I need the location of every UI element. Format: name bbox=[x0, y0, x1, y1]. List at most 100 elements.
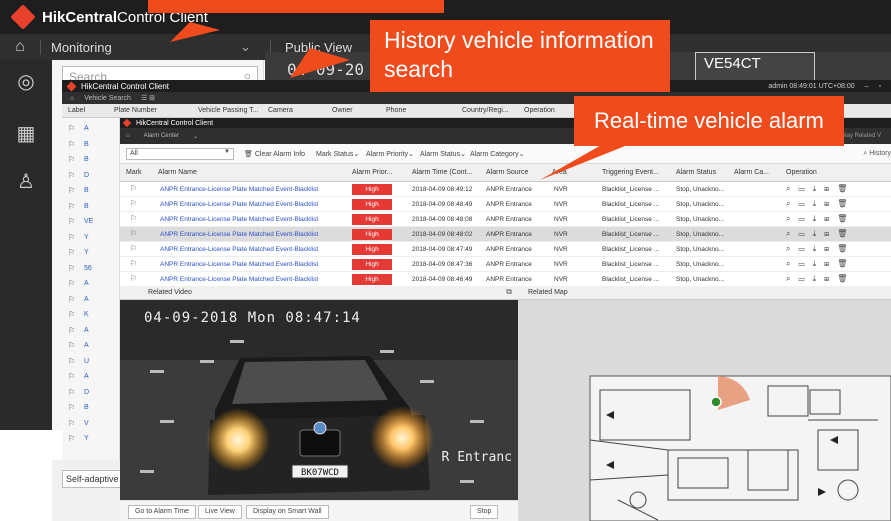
grid-icon[interactable]: ⊞ bbox=[824, 259, 837, 268]
maximize-icon[interactable]: ▫ bbox=[879, 83, 881, 90]
history-column-header[interactable]: Owner bbox=[332, 107, 353, 114]
stop-button[interactable]: Stop bbox=[470, 505, 499, 519]
flag-icon[interactable]: ⚐ bbox=[130, 199, 137, 208]
grid-icon[interactable]: ⊞ bbox=[824, 274, 837, 283]
grid-icon[interactable]: ⊞ bbox=[824, 229, 837, 238]
delete-icon[interactable]: 🗑 bbox=[837, 184, 855, 193]
filter-alarm-status[interactable]: Alarm Status⌄ bbox=[420, 150, 466, 158]
download-icon[interactable]: ⤓ bbox=[813, 214, 825, 223]
search-icon[interactable]: ⌕ bbox=[786, 184, 798, 193]
flag-icon[interactable]: ⚐ bbox=[68, 310, 75, 319]
popout-icon[interactable]: ⧉ bbox=[506, 287, 512, 297]
filter-alarm-priority[interactable]: Alarm Priority⌄ bbox=[366, 150, 414, 158]
flag-icon[interactable]: ⚐ bbox=[68, 295, 75, 304]
filter-alarm-category[interactable]: Alarm Category⌄ bbox=[470, 150, 525, 158]
table-row[interactable]: ⚐ B bbox=[62, 186, 120, 200]
video-icon[interactable]: ▭ bbox=[798, 259, 812, 268]
table-row[interactable]: ⚐ A bbox=[62, 326, 120, 340]
table-row[interactable]: ⚐ 56 bbox=[62, 264, 120, 278]
flag-icon[interactable]: ⚐ bbox=[130, 229, 137, 238]
alarm-column-header[interactable]: Alarm Ca... bbox=[734, 169, 769, 176]
search-icon[interactable]: ⌕ bbox=[786, 259, 798, 268]
download-icon[interactable]: ⤓ bbox=[813, 199, 825, 208]
alarm-module-label[interactable]: Alarm Center bbox=[144, 133, 179, 139]
alarm-column-header[interactable]: Operation bbox=[786, 169, 817, 176]
flag-icon[interactable]: ⚐ bbox=[68, 217, 75, 226]
history-column-header[interactable]: Country/Regi... bbox=[462, 107, 509, 114]
delete-icon[interactable]: 🗑 bbox=[837, 259, 855, 268]
flag-icon[interactable]: ⚐ bbox=[68, 388, 75, 397]
table-row[interactable]: ⚐ ANPR Entrance-License Plate Matched Eve… bbox=[120, 242, 891, 257]
table-row[interactable]: ⚐ B bbox=[62, 403, 120, 417]
history-column-header[interactable]: Operation bbox=[524, 107, 555, 114]
table-row[interactable]: ⚐ B bbox=[62, 155, 120, 169]
flag-icon[interactable]: ⚐ bbox=[130, 184, 137, 193]
history-column-header[interactable]: Plate Number bbox=[114, 107, 157, 114]
table-row[interactable]: ⚐ V bbox=[62, 419, 120, 433]
grid-layout-icon[interactable]: ▦ bbox=[14, 122, 38, 146]
table-row[interactable]: ⚐ A bbox=[62, 372, 120, 386]
search-icon[interactable]: ⌕ bbox=[786, 214, 798, 223]
alarm-column-header[interactable]: Alarm Prior... bbox=[352, 169, 392, 176]
history-column-header[interactable]: Camera bbox=[268, 107, 293, 114]
person-icon[interactable]: ♙ bbox=[14, 170, 38, 194]
flag-icon[interactable]: ⚐ bbox=[68, 326, 75, 335]
table-row[interactable]: ⚐ A bbox=[62, 279, 120, 293]
video-icon[interactable]: ▭ bbox=[798, 214, 812, 223]
grid-icon[interactable]: ⊞ bbox=[824, 184, 837, 193]
delete-icon[interactable]: 🗑 bbox=[837, 214, 855, 223]
alarm-column-header[interactable]: Alarm Name bbox=[158, 169, 197, 176]
grid-icon[interactable]: ⊞ bbox=[824, 244, 837, 253]
video-icon[interactable]: ▭ bbox=[798, 229, 812, 238]
flag-icon[interactable]: ⚐ bbox=[68, 171, 75, 180]
table-row[interactable]: ⚐ VE bbox=[62, 217, 120, 231]
download-icon[interactable]: ⤓ bbox=[813, 259, 825, 268]
flag-icon[interactable]: ⚐ bbox=[68, 341, 75, 350]
table-row[interactable]: ⚐ ANPR Entrance-License Plate Matched Eve… bbox=[120, 257, 891, 272]
table-row[interactable]: ⚐ Y bbox=[62, 248, 120, 262]
grid-icon[interactable]: ⊞ bbox=[824, 214, 837, 223]
search-icon[interactable]: ⌕ bbox=[786, 274, 798, 283]
table-row[interactable]: ⚐ D bbox=[62, 388, 120, 402]
flag-icon[interactable]: ⚐ bbox=[130, 259, 137, 268]
flag-icon[interactable]: ⚐ bbox=[68, 264, 75, 273]
alarm-column-header[interactable]: Alarm Time (Cont... bbox=[412, 169, 472, 176]
flag-icon[interactable]: ⚐ bbox=[68, 357, 75, 366]
history-link[interactable]: ⌕ History bbox=[863, 150, 891, 158]
flag-icon[interactable]: ⚐ bbox=[130, 214, 137, 223]
clear-alarm-info-button[interactable]: 🗑 Clear Alarm Info bbox=[244, 150, 305, 158]
video-icon[interactable]: ▭ bbox=[798, 244, 812, 253]
go-to-alarm-time-button[interactable]: Go to Alarm Time bbox=[128, 505, 197, 519]
flag-icon[interactable]: ⚐ bbox=[68, 202, 75, 211]
download-icon[interactable]: ⤓ bbox=[813, 229, 825, 238]
flag-icon[interactable]: ⚐ bbox=[68, 140, 75, 149]
video-icon[interactable]: ▭ bbox=[798, 184, 812, 193]
table-row[interactable]: ⚐ Y bbox=[62, 233, 120, 247]
history-column-header[interactable]: Label bbox=[68, 107, 85, 114]
alarm-column-header[interactable]: Mark bbox=[126, 169, 142, 176]
history-column-header[interactable]: Phone bbox=[386, 107, 406, 114]
live-view-button[interactable]: Live View bbox=[198, 505, 242, 519]
flag-icon[interactable]: ⚐ bbox=[68, 279, 75, 288]
history-module-label[interactable]: Vehicle Search bbox=[84, 95, 131, 102]
download-icon[interactable]: ⤓ bbox=[813, 184, 825, 193]
alarm-column-header[interactable]: Alarm Source bbox=[486, 169, 528, 176]
flag-icon[interactable]: ⚐ bbox=[68, 124, 75, 133]
flag-icon[interactable]: ⚐ bbox=[130, 274, 137, 283]
flag-icon[interactable]: ⚐ bbox=[68, 434, 75, 443]
delete-icon[interactable]: 🗑 bbox=[837, 244, 855, 253]
video-icon[interactable]: ▭ bbox=[798, 274, 812, 283]
table-row[interactable]: ⚐ ANPR Entrance-License Plate Matched Eve… bbox=[120, 227, 891, 242]
flag-icon[interactable]: ⚐ bbox=[68, 233, 75, 242]
delete-icon[interactable]: 🗑 bbox=[837, 274, 855, 283]
alarm-scope-select[interactable]: All ▼ bbox=[126, 148, 234, 160]
search-icon[interactable]: ⌕ bbox=[786, 244, 798, 253]
table-row[interactable]: ⚐ ANPR Entrance-License Plate Matched Eve… bbox=[120, 212, 891, 227]
flag-icon[interactable]: ⚐ bbox=[68, 403, 75, 412]
search-icon[interactable]: ⌕ bbox=[786, 229, 798, 238]
table-row[interactable]: ⚐ A bbox=[62, 124, 120, 138]
table-row[interactable]: ⚐ A bbox=[62, 341, 120, 355]
video-icon[interactable]: ▭ bbox=[798, 199, 812, 208]
related-video-player[interactable]: BK07WCD 04-09-2018 Mon 08:47:14 R Entran… bbox=[120, 300, 518, 500]
table-row[interactable]: ⚐ ANPR Entrance-License Plate Matched Eve… bbox=[120, 197, 891, 212]
